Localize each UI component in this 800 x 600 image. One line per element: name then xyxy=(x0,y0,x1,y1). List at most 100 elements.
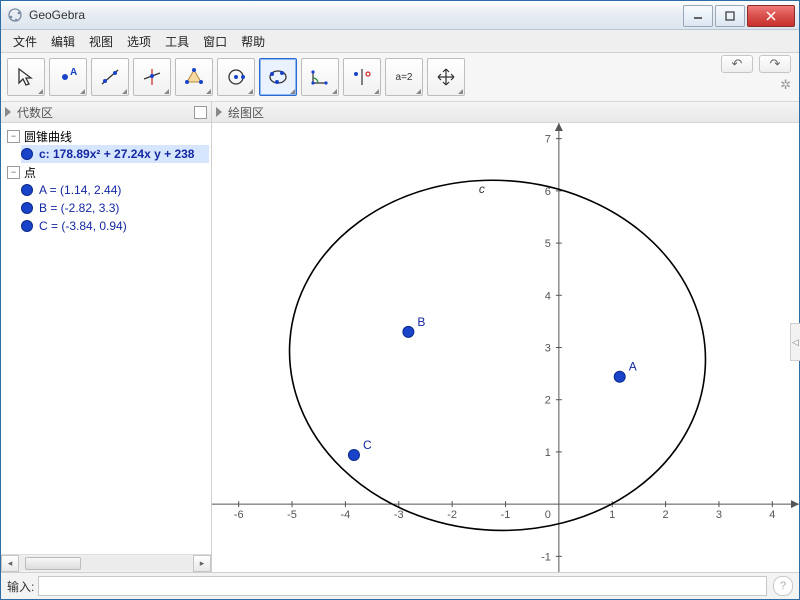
dropdown-indicator-icon xyxy=(164,89,169,94)
window-title: GeoGebra xyxy=(29,8,681,22)
scroll-track[interactable] xyxy=(19,556,193,571)
algebra-header[interactable]: 代数区 xyxy=(1,102,211,123)
svg-text:A: A xyxy=(70,67,77,78)
svg-text:2: 2 xyxy=(663,509,669,521)
point-a-label: A = (1.14, 2.44) xyxy=(39,183,121,197)
side-handle[interactable]: ◁ xyxy=(790,323,800,361)
menu-options[interactable]: 选项 xyxy=(121,31,157,52)
svg-text:-6: -6 xyxy=(234,509,244,521)
close-button[interactable] xyxy=(747,5,795,27)
svg-text:0: 0 xyxy=(545,509,551,521)
svg-text:C: C xyxy=(363,438,372,452)
tree-node-points[interactable]: −点 xyxy=(3,163,209,181)
algebra-pane: 代数区 −圆锥曲线 c: 178.89x² + 27.24x y + 238 −… xyxy=(1,102,212,572)
scroll-left-button[interactable]: ◂ xyxy=(1,555,19,572)
tool-point[interactable]: A xyxy=(49,58,87,96)
tool-polygon[interactable] xyxy=(175,58,213,96)
svg-text:2: 2 xyxy=(545,395,551,407)
scroll-right-button[interactable]: ▸ xyxy=(193,555,211,572)
svg-text:3: 3 xyxy=(545,343,551,355)
graphics-title: 绘图区 xyxy=(228,104,264,121)
collapse-icon xyxy=(216,107,222,117)
dropdown-indicator-icon xyxy=(38,89,43,94)
menu-window[interactable]: 窗口 xyxy=(197,31,233,52)
settings-icon[interactable]: ✲ xyxy=(780,77,791,93)
tool-move-view[interactable] xyxy=(427,58,465,96)
visibility-dot-icon[interactable] xyxy=(21,184,33,196)
graphics-svg[interactable]: -6-5-4-3-2-11234-112345670cABC xyxy=(212,123,799,572)
points-header-label: 点 xyxy=(24,164,36,181)
svg-text:B: B xyxy=(417,315,425,329)
window-buttons xyxy=(681,5,795,25)
dropdown-indicator-icon xyxy=(122,89,127,94)
menu-help[interactable]: 帮助 xyxy=(235,31,271,52)
svg-text:7: 7 xyxy=(545,134,551,146)
titlebar[interactable]: GeoGebra xyxy=(1,1,799,30)
tree-toggle-icon[interactable]: − xyxy=(7,166,20,179)
svg-text:5: 5 xyxy=(545,238,551,250)
svg-text:4: 4 xyxy=(769,509,775,521)
visibility-dot-icon[interactable] xyxy=(21,202,33,214)
dropdown-indicator-icon xyxy=(206,89,211,94)
conic-item-label: c: 178.89x² + 27.24x y + 238 xyxy=(39,147,194,161)
menu-view[interactable]: 视图 xyxy=(83,31,119,52)
maximize-button[interactable] xyxy=(715,5,745,27)
svg-text:-1: -1 xyxy=(541,551,551,563)
tool-perpendicular[interactable] xyxy=(133,58,171,96)
command-input[interactable] xyxy=(38,576,767,596)
algebra-tree[interactable]: −圆锥曲线 c: 178.89x² + 27.24x y + 238 −点 A … xyxy=(1,123,211,554)
undo-button[interactable]: ↶ xyxy=(721,55,753,73)
algebra-hscrollbar[interactable]: ◂ ▸ xyxy=(1,554,211,572)
dropdown-indicator-icon xyxy=(458,89,463,94)
svg-text:A: A xyxy=(629,360,637,374)
dropdown-indicator-icon xyxy=(374,89,379,94)
app-window: GeoGebra 文件 编辑 视图 选项 工具 窗口 帮助 A a=2 ↶ ↷ xyxy=(0,0,800,600)
graphics-header[interactable]: 绘图区 xyxy=(212,102,799,123)
scroll-thumb[interactable] xyxy=(25,557,81,570)
svg-text:-5: -5 xyxy=(287,509,297,521)
svg-text:-1: -1 xyxy=(501,509,511,521)
tree-toggle-icon[interactable]: − xyxy=(7,130,20,143)
svg-text:-3: -3 xyxy=(394,509,404,521)
tool-ellipse[interactable] xyxy=(259,58,297,96)
svg-text:1: 1 xyxy=(545,447,551,459)
app-icon xyxy=(7,7,23,23)
tree-item-c-point[interactable]: C = (-3.84, 0.94) xyxy=(21,217,209,235)
toolbar: A a=2 ↶ ↷ ✲ xyxy=(1,53,799,102)
input-bar: 输入: ? xyxy=(1,572,799,599)
visibility-dot-icon[interactable] xyxy=(21,148,33,160)
dropdown-indicator-icon xyxy=(416,89,421,94)
svg-text:3: 3 xyxy=(716,509,722,521)
menu-edit[interactable]: 编辑 xyxy=(45,31,81,52)
menu-file[interactable]: 文件 xyxy=(7,31,43,52)
minimize-button[interactable] xyxy=(683,5,713,27)
tool-circle[interactable] xyxy=(217,58,255,96)
visibility-dot-icon[interactable] xyxy=(21,220,33,232)
menubar: 文件 编辑 视图 选项 工具 窗口 帮助 xyxy=(1,30,799,53)
input-label: 输入: xyxy=(7,578,34,595)
tool-move[interactable] xyxy=(7,58,45,96)
tool-slider[interactable]: a=2 xyxy=(385,58,423,96)
dropdown-indicator-icon xyxy=(332,89,337,94)
tree-item-a[interactable]: A = (1.14, 2.44) xyxy=(21,181,209,199)
conic-header-label: 圆锥曲线 xyxy=(24,128,72,145)
tree-item-b[interactable]: B = (-2.82, 3.3) xyxy=(21,199,209,217)
collapse-icon xyxy=(5,107,11,117)
svg-text:c: c xyxy=(479,182,485,196)
graphics-pane: 绘图区 -6-5-4-3-2-11234-112345670cABC ◁ xyxy=(212,102,799,572)
tool-line[interactable] xyxy=(91,58,129,96)
graphics-canvas[interactable]: -6-5-4-3-2-11234-112345670cABC ◁ xyxy=(212,123,799,572)
tree-node-conic[interactable]: −圆锥曲线 xyxy=(3,127,209,145)
tool-reflect[interactable] xyxy=(343,58,381,96)
redo-button[interactable]: ↷ xyxy=(759,55,791,73)
pane-close-icon[interactable] xyxy=(194,106,207,119)
dropdown-indicator-icon xyxy=(248,89,253,94)
tree-item-c[interactable]: c: 178.89x² + 27.24x y + 238 xyxy=(21,145,209,163)
point-c-label: C = (-3.84, 0.94) xyxy=(39,219,127,233)
tool-angle[interactable] xyxy=(301,58,339,96)
help-icon[interactable]: ? xyxy=(773,576,793,596)
svg-text:-4: -4 xyxy=(341,509,351,521)
menu-tools[interactable]: 工具 xyxy=(159,31,195,52)
main-panes: 代数区 −圆锥曲线 c: 178.89x² + 27.24x y + 238 −… xyxy=(1,102,799,572)
slider-label: a=2 xyxy=(396,72,413,83)
